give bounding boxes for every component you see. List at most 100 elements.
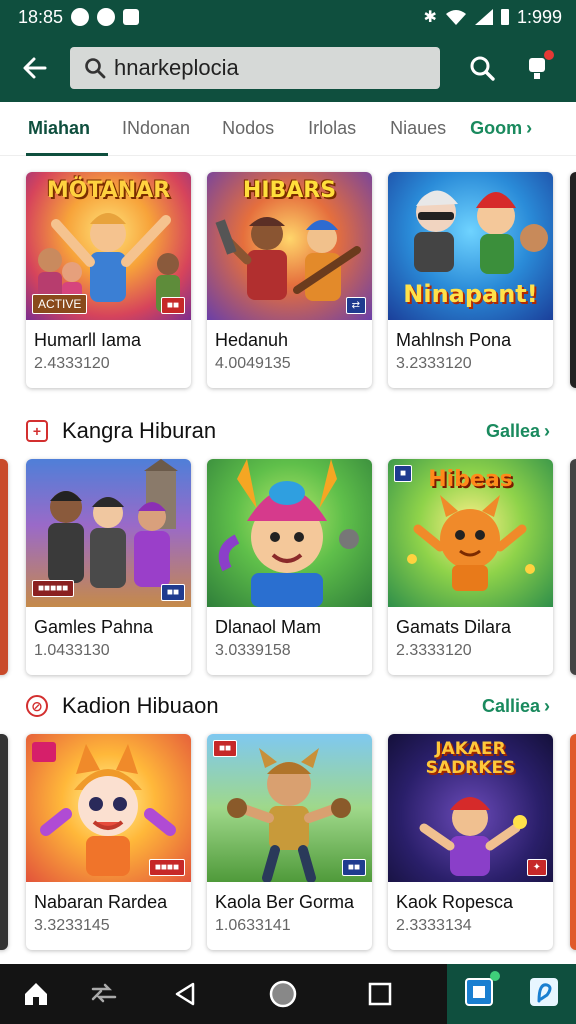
search-icon xyxy=(470,56,495,81)
game-thumbnail xyxy=(207,459,372,607)
thumbnail-art-text: Ninapant! xyxy=(403,280,538,308)
price-badge: ⇄ xyxy=(345,297,366,314)
search-button[interactable] xyxy=(454,34,510,102)
status-time: 18:85 xyxy=(18,6,64,27)
game-card[interactable]: ■■■■■ ■■ Gamles Pahna 1.0433130 xyxy=(26,459,191,675)
game-stats: 3.2333120 xyxy=(396,355,472,372)
signal-icon xyxy=(474,9,493,25)
game-title: Dlanaol Mam xyxy=(215,617,322,637)
game-thumbnail: JAKAER SADRKES ✦ xyxy=(388,734,553,882)
wifi-icon xyxy=(445,10,466,25)
chevron-right-icon: › xyxy=(526,118,533,138)
status-bar: 18:85 ✱ 1:999 xyxy=(0,0,576,34)
square-recents-icon xyxy=(368,982,392,1006)
game-stats: 2.3333120 xyxy=(396,642,472,659)
chevron-right-icon: › xyxy=(544,695,550,716)
game-card[interactable]: Ninapant! Mahlnsh Pona 3.2333120 xyxy=(388,172,553,388)
game-card[interactable]: Hibeas ■ Gamats Dilara 2.3333120 xyxy=(388,459,553,675)
see-all-button[interactable]: Calliea › xyxy=(482,696,550,717)
game-title: Gamats Dilara xyxy=(396,617,512,637)
game-card[interactable]: JAKAER SADRKES ✦ Kaok Ropesca 2.3333134 xyxy=(388,734,553,950)
home-icon xyxy=(25,983,47,1005)
tab-label: Goom xyxy=(470,118,523,138)
game-card-partial[interactable] xyxy=(570,172,576,388)
tab-label: INdonan xyxy=(122,118,191,138)
game-stats: 3.0339158 xyxy=(215,642,291,659)
share-button[interactable] xyxy=(72,964,136,1024)
game-card[interactable]: Dlanaol Mam 3.0339158 xyxy=(207,459,372,675)
back-button[interactable] xyxy=(0,34,70,102)
game-card-partial[interactable] xyxy=(570,734,576,950)
character-art xyxy=(407,495,535,591)
game-stats: 1.0633141 xyxy=(215,917,291,934)
game-stats: 1.0433130 xyxy=(34,642,110,659)
recents-button[interactable] xyxy=(330,964,430,1024)
bluetooth-icon: ✱ xyxy=(423,9,437,26)
game-title: Nabaran Rardea xyxy=(34,892,168,912)
tab-label: Irlolas xyxy=(308,118,357,138)
game-stats: 2.4333120 xyxy=(34,355,110,372)
game-title: Hedanuh xyxy=(215,330,289,350)
game-thumbnail: MÖTANAR ACTIVE ■■ xyxy=(26,172,191,320)
game-thumbnail: Hibeas ■ xyxy=(388,459,553,607)
section-title: Kangra Hiburan xyxy=(62,418,217,443)
game-stats: 3.3233145 xyxy=(34,917,110,934)
price-badge: ■■ xyxy=(160,584,185,601)
game-card[interactable]: ■■■■ Nabaran Rardea 3.3233145 xyxy=(26,734,191,950)
chevron-right-icon: › xyxy=(544,420,550,441)
game-title: Kaola Ber Gorma xyxy=(215,892,355,912)
home-button[interactable] xyxy=(0,964,72,1024)
search-value: hnarkeplocia xyxy=(114,55,239,80)
see-all-label: Gallea xyxy=(485,420,540,441)
game-card[interactable]: MÖTANAR ACTIVE ■■ Humarll Iama 2.4333120 xyxy=(26,172,191,388)
see-all-button[interactable]: Gallea › xyxy=(486,421,550,442)
app-shortcuts xyxy=(447,964,576,1024)
circle-home-icon xyxy=(269,980,297,1008)
category-icon: + xyxy=(26,420,48,442)
price-badge: ■■ xyxy=(160,297,185,314)
category-icon: ⊘ xyxy=(26,695,48,717)
app-window-icon xyxy=(465,977,494,1006)
arrow-left-icon xyxy=(23,57,47,79)
notification-button[interactable] xyxy=(510,34,566,102)
game-title: Mahlnsh Pona xyxy=(396,330,512,350)
notification-dot xyxy=(544,50,554,60)
price-badge: ✦ xyxy=(526,859,547,876)
featured-section: MÖTANAR ACTIVE ■■ Humarll Iama 2.4333120… xyxy=(0,172,576,388)
app-shortcut-button[interactable] xyxy=(464,970,501,1012)
game-card[interactable]: ■■ ■■ Kaola Ber Gorma 1.0633141 xyxy=(207,734,372,950)
home-nav-button[interactable] xyxy=(236,964,330,1024)
tab-nodos[interactable]: Nodos xyxy=(204,102,288,156)
section-kadion-hibuaon: ⊘ Kadion Hibuaon Calliea › ■■■■ Nabaran R… xyxy=(0,681,576,950)
tab-niaues[interactable]: Niaues xyxy=(370,102,460,156)
banner-badge: ACTIVE xyxy=(32,294,88,314)
tab-label: Nodos xyxy=(222,118,275,138)
search-input[interactable]: hnarkeplocia xyxy=(70,47,440,89)
status-time-right: 1:999 xyxy=(516,6,562,27)
game-card-partial[interactable] xyxy=(570,459,576,675)
tab-irlolas[interactable]: Irlolas xyxy=(288,102,370,156)
clock-icon xyxy=(97,8,116,26)
app-shortcut-button[interactable] xyxy=(529,977,559,1012)
game-card-partial[interactable] xyxy=(0,459,8,675)
game-card[interactable]: HIBARS ⇄ Hedanuh 4.0049135 xyxy=(207,172,372,388)
game-thumbnail: ■■■■■ ■■ xyxy=(26,459,191,607)
tab-miahan[interactable]: Miahan xyxy=(0,102,109,156)
price-badge: ■■ xyxy=(341,859,366,876)
game-title: Humarll Iama xyxy=(34,330,142,350)
battery-icon xyxy=(500,9,509,25)
banner-badge: ■ xyxy=(394,465,413,482)
back-nav-button[interactable] xyxy=(136,964,236,1024)
game-thumbnail: ■■■■ xyxy=(26,734,191,882)
banner-badge: ■■■■■ xyxy=(32,580,75,597)
tab-indonan[interactable]: INdonan xyxy=(104,102,204,156)
game-thumbnail: HIBARS ⇄ xyxy=(207,172,372,320)
app-header: hnarkeplocia xyxy=(0,34,576,102)
game-thumbnail: Ninapant! xyxy=(388,172,553,320)
game-card-partial[interactable] xyxy=(0,734,8,950)
game-title: Kaok Ropesca xyxy=(396,892,514,912)
banner-badge: ■■ xyxy=(213,740,238,757)
character-art xyxy=(218,459,359,607)
tab-label: Miahan xyxy=(28,118,91,138)
tab-goom[interactable]: Goom › xyxy=(460,102,546,156)
